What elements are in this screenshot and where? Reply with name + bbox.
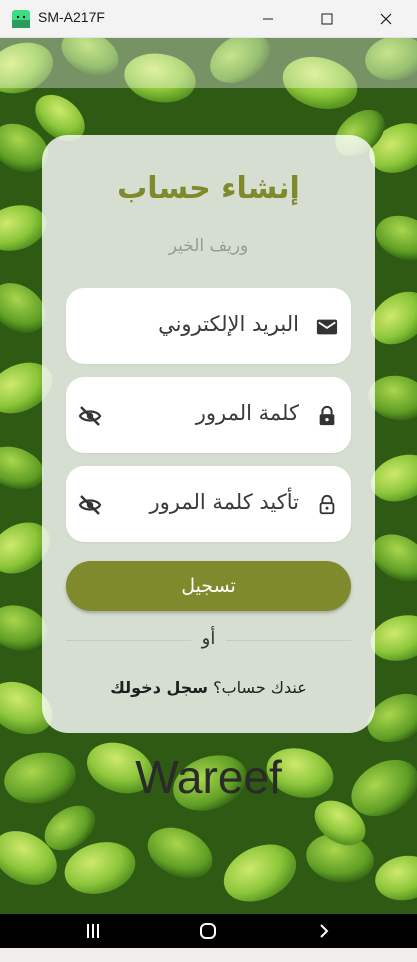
minimize-button[interactable] — [240, 0, 296, 38]
recents-button[interactable] — [63, 914, 123, 948]
confirm-password-label: تأكيد كلمة المرور — [149, 490, 299, 514]
email-field[interactable]: البريد الإلكتروني — [66, 288, 351, 364]
register-button[interactable]: تسجيل — [66, 561, 351, 611]
password-label: كلمة المرور — [195, 401, 299, 425]
signup-card: إنشاء حساب وريف الخير البريد الإلكتروني … — [42, 135, 375, 733]
window-title-bar: SM-A217F — [0, 0, 417, 38]
recents-icon — [87, 924, 99, 938]
taskbar-strip — [0, 948, 417, 962]
confirm-password-field[interactable]: تأكيد كلمة المرور — [66, 466, 351, 542]
android-nav-bar — [0, 914, 417, 948]
email-label: البريد الإلكتروني — [158, 312, 299, 336]
home-button[interactable] — [178, 914, 238, 948]
phone-screen: إنشاء حساب وريف الخير البريد الإلكتروني … — [0, 38, 417, 914]
signup-title: إنشاء حساب — [117, 171, 300, 206]
back-button[interactable] — [294, 914, 354, 948]
maximize-icon — [321, 13, 333, 25]
lock-icon — [319, 405, 335, 426]
divider-left — [66, 640, 191, 641]
mail-icon — [316, 319, 338, 335]
android-app-icon — [12, 10, 30, 28]
close-button[interactable] — [358, 0, 414, 38]
password-field[interactable]: كلمة المرور — [66, 377, 351, 453]
back-icon — [320, 924, 329, 938]
home-icon — [200, 923, 216, 939]
divider-right — [226, 640, 351, 641]
eye-off-icon[interactable] — [78, 405, 102, 427]
minimize-icon — [263, 18, 273, 20]
close-icon — [380, 13, 392, 25]
have-account-text: عندك حساب؟ — [208, 678, 307, 697]
brand-wordmark: Wareef — [135, 751, 282, 803]
eye-off-icon[interactable] — [78, 494, 102, 516]
maximize-button[interactable] — [299, 0, 355, 38]
window-title: SM-A217F — [38, 9, 105, 25]
app-subtitle: وريف الخير — [168, 236, 249, 256]
or-separator: أو — [201, 628, 216, 649]
login-link[interactable]: سجل دخولك — [110, 678, 208, 697]
have-account-line: عندك حساب؟ سجل دخولك — [42, 678, 375, 697]
lock-outline-icon — [319, 494, 335, 515]
